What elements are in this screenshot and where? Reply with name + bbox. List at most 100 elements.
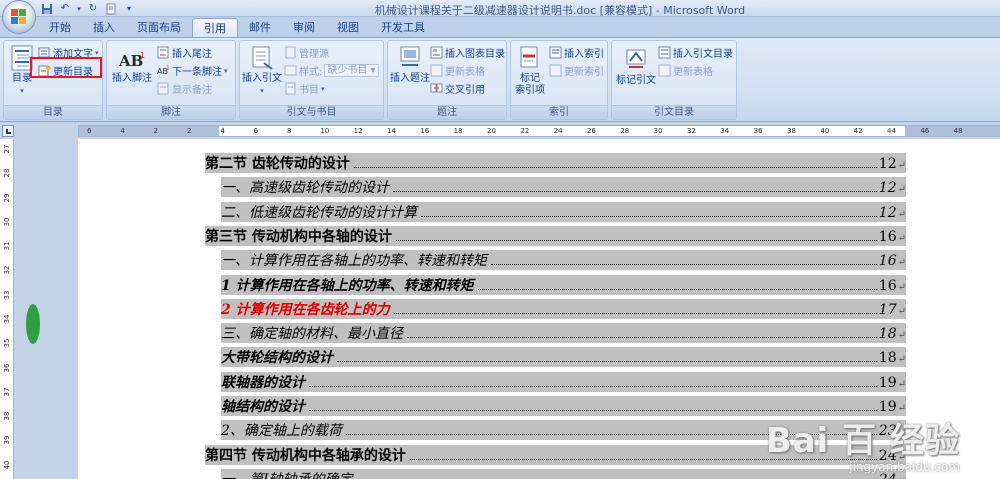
svg-text:1: 1 [140, 51, 145, 60]
toc-entry[interactable]: 一、高速级齿轮传动的设计 12 ↵ [221, 177, 906, 198]
citation-style-selector[interactable]: 样式: 缺少书目 ▾ [284, 63, 379, 78]
toc-entry[interactable]: 三、确定轴的材料、最小直径 18 ↵ [221, 323, 906, 344]
insert-toa-button[interactable]: 插入引文目录 [658, 45, 733, 60]
mark-citation-button[interactable]: 标记引文 [614, 47, 658, 87]
toc-entry-title: 一、高速级齿轮传动的设计 [221, 180, 389, 197]
group-footnotes: AB1 插入脚注 插入尾注 AB1 下一条脚注 ▾ 显示备注 ↘ 脚注 [106, 40, 236, 120]
ruler-tick: 48 [953, 127, 963, 135]
horizontal-ruler[interactable]: 6 4 2 2 4 6 8 10 12 14 16 18 20 22 24 26 28 30 32 34 36 38 40 4… [78, 125, 1000, 137]
update-table-label: 更新表格 [445, 67, 485, 78]
toc-entry[interactable]: 二、低速级齿轮传动的设计计算 12 ↵ [221, 201, 906, 222]
group-toc: 目录 ▾ 添加文字 ▾ 更新目录 目录 [3, 40, 103, 120]
show-notes-button[interactable]: 显示备注 [157, 81, 212, 96]
citation-icon [249, 45, 275, 71]
group-index: 标记 索引项 插入索引 更新索引 索引 [510, 40, 608, 120]
insert-footnote-button[interactable]: AB 1 插入脚注 [111, 49, 153, 85]
group-label-footnotes: 脚注 [107, 105, 235, 119]
ruler-tick: 36 [753, 127, 763, 135]
ruler-tick: 24 [553, 127, 563, 135]
tab-references[interactable]: 引用 [192, 18, 238, 37]
tab-review[interactable]: 审阅 [282, 18, 326, 37]
ruler-tick: 29 [3, 193, 11, 203]
toc-entry[interactable]: 联轴器的设计 19 ↵ [221, 371, 906, 392]
tab-home[interactable]: 开始 [38, 18, 82, 37]
toc-button-label: 目录 [12, 73, 32, 84]
chevron-down-icon: ▾ [224, 66, 228, 75]
toc-entry-title: 第二节 齿轮传动的设计 [205, 156, 350, 172]
ruler-tick: 32 [3, 265, 11, 275]
toc-leader [407, 337, 877, 339]
toc-entry-title: 1 计算作用在各轴上的功率、转速和转矩 [221, 277, 474, 294]
ruler-tick: 4 [220, 127, 225, 135]
toc-entry[interactable]: 2 计算作用在各齿轮上的力 17 ↵ [221, 298, 906, 319]
tab-developer[interactable]: 开发工具 [370, 18, 436, 37]
manage-sources-button[interactable]: 管理源 [284, 45, 329, 60]
update-index-icon [549, 64, 562, 77]
mark-citation-icon [623, 47, 649, 73]
insert-toa-label: 插入引文目录 [673, 49, 733, 60]
toc-page-number: 12 [878, 156, 897, 172]
toc-entry[interactable]: 大带轮结构的设计 18 ↵ [221, 347, 906, 368]
insert-caption-button[interactable]: 插入题注 [390, 45, 430, 85]
group-label-toc: 目录 [4, 105, 102, 119]
insert-citation-button[interactable]: 插入引文 ▾ [242, 45, 282, 97]
page-margin-area [14, 139, 78, 479]
citation-style-combo[interactable]: 缺少书目 ▾ [324, 64, 379, 77]
tab-selector-icon[interactable] [2, 125, 14, 137]
show-notes-label: 显示备注 [172, 85, 212, 96]
mark-entry-button[interactable]: 标记 索引项 [513, 45, 547, 97]
toc-page-number: 19 [878, 374, 897, 391]
insert-index-button[interactable]: 插入索引 [549, 45, 604, 60]
toc-entry-title: 2、确定轴上的载荷 [221, 423, 342, 440]
manage-sources-label: 管理源 [299, 49, 329, 60]
update-index-button[interactable]: 更新索引 [549, 63, 604, 78]
insert-table-of-figures-button[interactable]: 插入图表目录 [430, 45, 505, 60]
ruler-tick: 10 [320, 127, 330, 135]
update-table-button[interactable]: 更新表格 [430, 63, 485, 78]
office-button[interactable] [2, 0, 36, 34]
caption-icon [397, 45, 423, 71]
paragraph-mark-icon: ↵ [897, 160, 906, 171]
chevron-down-icon: ▾ [260, 87, 264, 95]
ruler-tick: 28 [3, 168, 11, 178]
bibliography-button[interactable]: 书目 ▾ [284, 81, 325, 96]
tab-insert[interactable]: 插入 [82, 18, 126, 37]
citation-style-label: 样式: [299, 67, 323, 78]
next-footnote-button[interactable]: AB 1 下一条脚注 ▾ [157, 63, 228, 78]
endnote-icon [157, 46, 170, 59]
watermark-url: jingyan.baidu.com [849, 460, 960, 474]
office-logo-icon [11, 9, 27, 25]
cross-reference-button[interactable]: 交叉引用 [430, 81, 485, 96]
ruler-tick: 26 [587, 127, 596, 135]
ruler-tick: 2 [187, 127, 192, 135]
group-table-of-authorities: 标记引文 插入引文目录 更新表格 引文目录 [611, 40, 737, 120]
toc-entry-title: 第四节 传动机构中各轴承的设计 [205, 447, 406, 464]
ruler-tick: 40 [3, 460, 11, 470]
baidu-watermark: Bai 百 经验 jingyan.baidu.com [766, 413, 960, 474]
cross-reference-label: 交叉引用 [445, 85, 485, 96]
chevron-down-icon: ▾ [95, 48, 99, 57]
toc-entry[interactable]: 1 计算作用在各轴上的功率、转速和转矩 16 ↵ [221, 274, 906, 295]
bibliography-icon [284, 82, 297, 95]
ruler-tick: 22 [520, 127, 530, 135]
ruler-tick: 39 [3, 435, 11, 445]
insert-toa-icon [658, 46, 671, 59]
paragraph-mark-icon: ↵ [897, 281, 906, 293]
insert-endnote-button[interactable]: 插入尾注 [157, 45, 212, 60]
update-toa-icon [658, 64, 671, 77]
cross-reference-icon [430, 82, 443, 95]
tab-view[interactable]: 视图 [326, 18, 370, 37]
ruler-tick: 28 [620, 127, 630, 135]
mark-entry-icon [517, 45, 543, 71]
update-toa-button[interactable]: 更新表格 [658, 63, 713, 78]
vertical-ruler[interactable]: 27 28 29 30 31 32 33 34 35 36 37 38 39 40 [0, 139, 14, 479]
toc-entry-title: 二、低速级齿轮传动的设计计算 [221, 204, 417, 221]
tab-mailings[interactable]: 邮件 [238, 18, 282, 37]
toc-entry[interactable]: 第三节 传动机构中各轴的设计 16 ↵ [205, 225, 906, 246]
toc-entry[interactable]: 第二节 齿轮传动的设计 12 ↵ [205, 153, 906, 173]
toc-leader [395, 239, 877, 241]
tab-page-layout[interactable]: 页面布局 [126, 18, 192, 37]
toc-entry[interactable]: 一、计算作用在各轴上的功率、转速和转矩 16 ↵ [221, 250, 906, 271]
ruler-tick: 27 [3, 144, 11, 154]
ruler-tick: 8 [287, 127, 292, 135]
